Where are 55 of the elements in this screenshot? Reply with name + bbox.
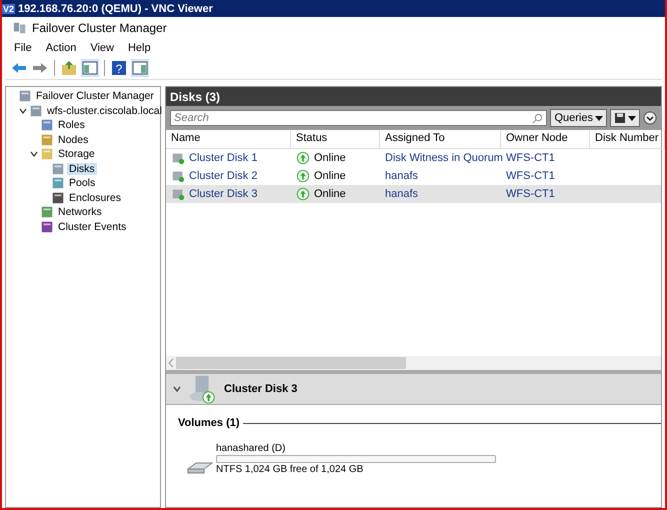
table-cell: Cluster Disk 2 [189,170,258,182]
table-cell: Online [314,170,346,182]
tree-item[interactable]: Cluster Events [56,220,128,233]
tree-item[interactable]: Networks [56,206,104,218]
window-title: 192.168.76.20:0 (QEMU) - VNC Viewer [18,2,213,14]
up-arrow-circle-icon [296,151,310,165]
details-title: Cluster Disk 3 [224,383,298,395]
table-cell: Online [314,152,346,164]
table-cell: Online [314,188,346,200]
expand-caret-icon[interactable] [30,150,38,158]
save-icon [614,112,626,124]
table-cell: WFS-CT1 [506,170,555,182]
tree-item[interactable]: Storage [56,148,97,160]
collapse-caret-icon[interactable] [172,384,182,394]
table-cell: WFS-CT1 [506,188,555,200]
help-icon[interactable]: ? [110,59,128,77]
table-cell: Cluster Disk 1 [189,152,258,164]
table-cell: Disk Witness in Quorum [385,152,503,164]
dropdown-caret-icon [595,114,603,122]
vnc-badge: V2 [2,4,16,14]
panel-icon[interactable] [81,59,99,77]
section-title: Volumes (1) [178,417,240,429]
expand-caret-icon[interactable] [19,106,27,115]
volume-info: NTFS 1,024 GB free of 1,024 GB [216,464,364,475]
table-cell: hanafs [385,170,418,182]
dropdown-caret-icon [628,114,636,122]
tree-item[interactable]: Pools [67,177,98,190]
table-cell: Cluster Disk 3 [189,188,258,200]
panel-header: Disks (3) [166,87,661,106]
save-dropdown-button[interactable] [610,109,640,127]
volume-name: hanashared (D) [216,443,286,454]
menu-item[interactable]: Action [46,42,76,54]
table-cell: WFS-CT1 [506,152,555,164]
menu-item[interactable]: Help [128,42,151,54]
search-icon [532,113,544,124]
table-cell: hanafs [385,188,418,200]
tree-item[interactable]: wfs-cluster.ciscolab.local [45,104,164,117]
tree-item[interactable]: Failover Cluster Manager [34,90,156,102]
tree-item[interactable]: Nodes [56,134,90,146]
panel-icon[interactable] [131,59,149,77]
up-arrow-circle-icon [296,169,310,183]
expand-chevron-icon[interactable] [643,111,657,125]
folder-up-icon[interactable] [60,59,78,77]
app-title: Failover Cluster Manager [32,21,167,35]
search-field[interactable]: Search [170,110,548,126]
tree-item[interactable]: Disks [67,162,97,175]
queries-button[interactable]: Queries [550,109,607,127]
tree-item[interactable]: Roles [56,119,87,132]
menu-item[interactable]: View [90,42,114,54]
menu-item[interactable]: File [14,42,32,54]
horizontal-scrollbar[interactable] [166,356,661,370]
table-row[interactable]: Cluster Disk 3 Online hanafs WFS-CT1 [166,185,661,203]
cluster-icon [13,21,27,35]
tree-item[interactable]: Enclosures [67,192,123,204]
up-arrow-circle-icon [296,187,310,201]
